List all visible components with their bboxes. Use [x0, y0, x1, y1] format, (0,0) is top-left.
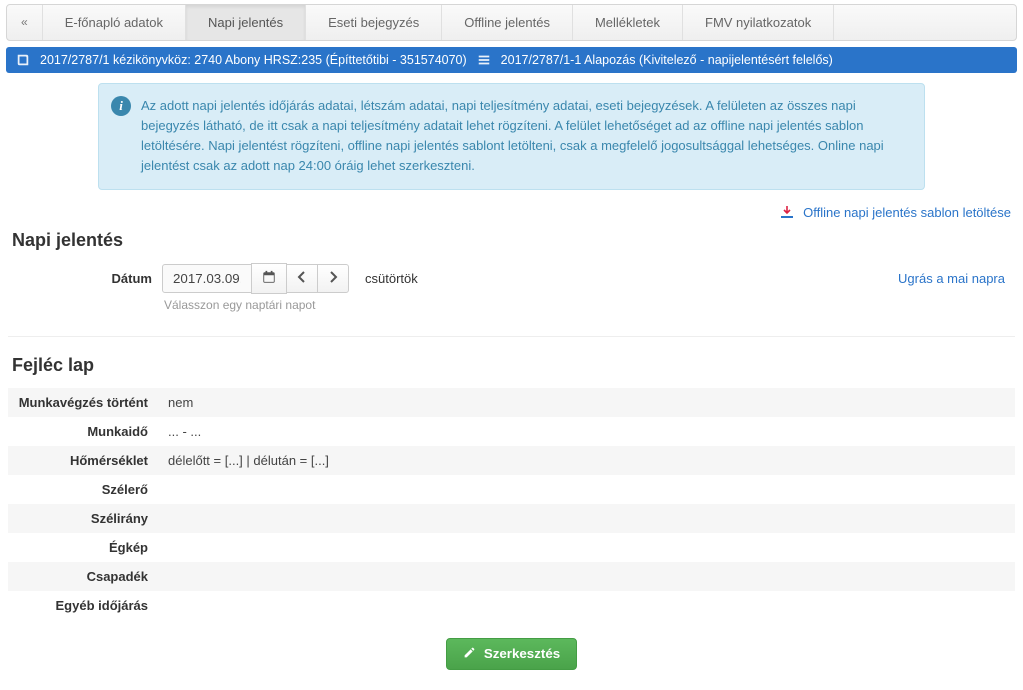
info-box: i Az adott napi jelentés időjárás adatai…	[98, 83, 925, 190]
main-tabbar: « E-főnapló adatok Napi jelentés Eseti b…	[6, 4, 1017, 41]
tab-offline[interactable]: Offline jelentés	[442, 5, 573, 40]
row-value	[158, 591, 1015, 620]
download-icon	[779, 205, 803, 220]
tab-efnaplo[interactable]: E-főnapló adatok	[43, 5, 186, 40]
info-icon: i	[111, 96, 131, 116]
edit-button-label: Szerkesztés	[484, 646, 560, 661]
tab-fmv[interactable]: FMV nyilatkozatok	[683, 5, 834, 40]
collapse-tab[interactable]: «	[7, 5, 43, 40]
date-input[interactable]	[162, 264, 252, 293]
table-row: Égkép	[8, 533, 1015, 562]
date-hint: Válasszon egy naptári napot	[8, 296, 1015, 318]
row-key: Csapadék	[8, 562, 158, 591]
tab-mellekletek[interactable]: Mellékletek	[573, 5, 683, 40]
book-icon	[16, 53, 30, 67]
row-key: Munkavégzés történt	[8, 388, 158, 417]
row-key: Szélirány	[8, 504, 158, 533]
tab-napi-jelentes[interactable]: Napi jelentés	[186, 5, 306, 40]
row-value	[158, 562, 1015, 591]
context-left: 2017/2787/1 kézikönyvköz: 2740 Abony HRS…	[40, 53, 467, 67]
next-day-button[interactable]	[317, 264, 349, 293]
row-value: ... - ...	[158, 417, 1015, 446]
list-icon	[477, 53, 491, 67]
download-template-link[interactable]: Offline napi jelentés sablon letöltése	[803, 205, 1011, 220]
row-key: Egyéb időjárás	[8, 591, 158, 620]
table-row: Munkavégzés történtnem	[8, 388, 1015, 417]
table-row: Szélerő	[8, 475, 1015, 504]
table-row: Egyéb időjárás	[8, 591, 1015, 620]
table-row: Munkaidő... - ...	[8, 417, 1015, 446]
table-row: Hőmérsékletdélelőtt = [...] | délután = …	[8, 446, 1015, 475]
goto-today-link[interactable]: Ugrás a mai napra	[898, 271, 1011, 286]
row-value: nem	[158, 388, 1015, 417]
context-bar: 2017/2787/1 kézikönyvköz: 2740 Abony HRS…	[6, 47, 1017, 73]
header-sheet-table: Munkavégzés történtnemMunkaidő... - ...H…	[8, 388, 1015, 620]
chevron-left-icon	[297, 271, 307, 286]
row-key: Hőmérséklet	[8, 446, 158, 475]
section-title-fejlec: Fejléc lap	[12, 355, 1011, 376]
row-value: délelőtt = [...] | délután = [...]	[158, 446, 1015, 475]
row-key: Szélerő	[8, 475, 158, 504]
row-value	[158, 533, 1015, 562]
edit-button[interactable]: Szerkesztés	[446, 638, 577, 670]
row-value	[158, 504, 1015, 533]
prev-day-button[interactable]	[286, 264, 318, 293]
pencil-icon	[463, 646, 476, 662]
info-text: Az adott napi jelentés időjárás adatai, …	[141, 98, 884, 173]
calendar-icon	[262, 270, 276, 287]
chevron-right-icon	[328, 271, 338, 286]
calendar-button[interactable]	[251, 263, 287, 294]
row-key: Munkaidő	[8, 417, 158, 446]
table-row: Csapadék	[8, 562, 1015, 591]
date-label: Dátum	[12, 271, 152, 286]
section-title-napi: Napi jelentés	[12, 230, 1011, 251]
row-value	[158, 475, 1015, 504]
separator	[8, 336, 1015, 337]
context-right: 2017/2787/1-1 Alapozás (Kivitelező - nap…	[501, 53, 833, 67]
day-of-week: csütörtök	[365, 271, 418, 286]
table-row: Szélirány	[8, 504, 1015, 533]
row-key: Égkép	[8, 533, 158, 562]
tab-eseti[interactable]: Eseti bejegyzés	[306, 5, 442, 40]
